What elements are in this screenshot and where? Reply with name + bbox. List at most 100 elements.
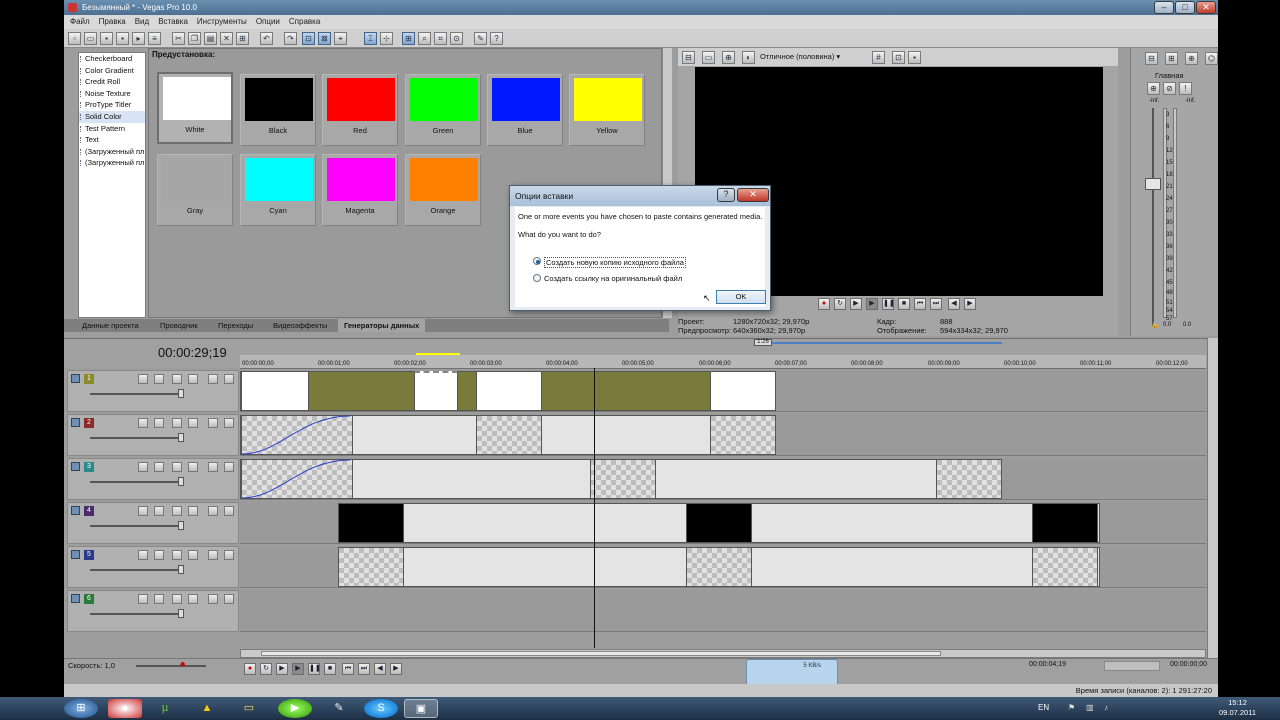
minimize-button[interactable]: – xyxy=(1154,1,1174,14)
menu-tools[interactable]: Инструменты xyxy=(197,17,247,26)
timeline-vertical-scrollbar[interactable] xyxy=(1207,338,1218,658)
auto-ripple-icon[interactable]: ⊡ xyxy=(302,32,315,45)
track-level-thumb[interactable] xyxy=(178,433,184,442)
system-clock[interactable]: 15:12 09.07.2011 xyxy=(1219,698,1256,718)
track-level-thumb[interactable] xyxy=(178,521,184,530)
track-lane-4[interactable] xyxy=(240,502,1206,544)
track-mute-icon[interactable] xyxy=(208,374,218,384)
track-header-6[interactable]: 6 xyxy=(67,590,239,632)
undo-icon[interactable]: ↶ xyxy=(260,32,273,45)
new-icon[interactable]: ▫ xyxy=(68,32,81,45)
media-player-icon[interactable]: ▶ xyxy=(278,699,312,718)
option-new-copy-label[interactable]: Создать новую копию исходного файла xyxy=(544,257,686,268)
track-header-5[interactable]: 5 xyxy=(67,546,239,588)
open-icon[interactable]: ▭ xyxy=(84,32,97,45)
go-to-start-icon[interactable]: ⏮ xyxy=(342,663,354,675)
cut-icon[interactable]: ✂ xyxy=(172,32,185,45)
event-transparent[interactable] xyxy=(686,547,752,587)
track-level-thumb[interactable] xyxy=(178,565,184,574)
go-to-end-icon[interactable]: ⏭ xyxy=(930,298,942,310)
generator-item[interactable]: ProType Titler xyxy=(79,99,145,111)
track-fx-chain-icon[interactable] xyxy=(188,550,198,560)
track-motion-icon[interactable] xyxy=(138,462,148,472)
generator-item[interactable]: (Загруженный пл xyxy=(79,157,145,169)
track-lane-3[interactable] xyxy=(240,458,1206,500)
menu-insert[interactable]: Вставка xyxy=(158,17,188,26)
track-compositing-icon[interactable] xyxy=(172,594,182,604)
track-fx-icon[interactable] xyxy=(154,506,164,516)
selection-end-time[interactable]: 00:00:00;00 xyxy=(1170,661,1207,668)
track-fx-chain-icon[interactable] xyxy=(188,462,198,472)
generator-item[interactable]: Noise Texture xyxy=(79,88,145,100)
properties-icon[interactable]: ≡ xyxy=(148,32,161,45)
cursor-position-time[interactable]: 00:00:04;19 xyxy=(1029,661,1066,668)
daemon-tools-icon[interactable]: ▲ xyxy=(190,699,224,718)
tray-volume-icon[interactable]: ♪ xyxy=(1104,703,1108,712)
track-solo-icon[interactable] xyxy=(224,550,234,560)
speed-slider[interactable] xyxy=(136,665,206,667)
preset-gray[interactable]: Gray xyxy=(157,154,233,226)
tab-media-generators[interactable]: Генераторы данных xyxy=(338,319,426,332)
event-black[interactable] xyxy=(686,503,752,543)
track-solo-icon[interactable] xyxy=(224,506,234,516)
track-mute-icon[interactable] xyxy=(208,418,218,428)
loop-icon[interactable]: ↻ xyxy=(260,663,272,675)
timeline-horizontal-scrollbar[interactable] xyxy=(240,649,1206,658)
record-icon[interactable]: ● xyxy=(818,298,830,310)
save-icon[interactable]: ▪ xyxy=(100,32,113,45)
tray-flag-icon[interactable]: ⚑ xyxy=(1068,703,1075,712)
master-fx-icon[interactable]: ⊕ xyxy=(1147,82,1160,95)
generator-item-selected[interactable]: Solid Color xyxy=(79,110,145,123)
play-from-start-icon[interactable]: ▶ xyxy=(850,298,862,310)
track-fx-icon[interactable] xyxy=(154,550,164,560)
option-new-copy-radio[interactable] xyxy=(533,257,541,265)
preset-green[interactable]: Green xyxy=(405,74,481,146)
go-to-end-icon[interactable]: ⏭ xyxy=(358,663,370,675)
envelope-tool-icon[interactable]: ⊹ xyxy=(380,32,393,45)
tab-video-fx[interactable]: Видеоэффекты xyxy=(267,319,333,332)
track-header-2[interactable]: 2 xyxy=(67,414,239,456)
track-lane-2[interactable] xyxy=(240,414,1206,456)
snapping-icon[interactable]: ⊙ xyxy=(450,32,463,45)
tab-transitions[interactable]: Переходы xyxy=(212,319,259,332)
track-motion-icon[interactable] xyxy=(138,594,148,604)
track-compositing-icon[interactable] xyxy=(172,418,182,428)
track-fx-icon[interactable] xyxy=(154,418,164,428)
preset-yellow[interactable]: Yellow xyxy=(569,74,645,146)
track-motion-icon[interactable] xyxy=(138,550,148,560)
track-solo-icon[interactable] xyxy=(224,374,234,384)
track-mute-icon[interactable] xyxy=(208,462,218,472)
master-mute-icon[interactable]: ⊘ xyxy=(1163,82,1176,95)
mixer-dim-icon[interactable]: ⌬ xyxy=(1205,52,1218,65)
track-solo-icon[interactable] xyxy=(224,462,234,472)
tab-project-media[interactable]: Данные проекта xyxy=(76,319,145,332)
mixer-insert-icon[interactable]: ⊞ xyxy=(1165,52,1178,65)
track-motion-icon[interactable] xyxy=(138,374,148,384)
split-screen-icon[interactable]: ◐ xyxy=(742,51,755,64)
track-solo-icon[interactable] xyxy=(224,594,234,604)
ok-button[interactable]: OK xyxy=(716,290,766,304)
menu-options[interactable]: Опции xyxy=(256,17,280,26)
track-motion-icon[interactable] xyxy=(138,418,148,428)
preset-white[interactable]: White xyxy=(157,72,233,144)
preview-quality-select[interactable]: Отличное (половина) ▾ xyxy=(760,52,840,61)
track-fx-icon[interactable] xyxy=(154,594,164,604)
close-button[interactable]: ✕ xyxy=(1196,1,1216,14)
track-fx-icon[interactable] xyxy=(154,374,164,384)
ignore-grouping-icon[interactable]: ⌖ xyxy=(334,32,347,45)
track-header-4[interactable]: 4 xyxy=(67,502,239,544)
next-frame-icon[interactable]: ▶ xyxy=(390,663,402,675)
event-transparent[interactable] xyxy=(338,547,404,587)
overlays-icon[interactable]: # xyxy=(872,51,885,64)
menu-file[interactable]: Файл xyxy=(70,17,90,26)
track-expand-icon[interactable] xyxy=(71,594,80,603)
track-fx-chain-icon[interactable] xyxy=(188,506,198,516)
preset-blue[interactable]: Blue xyxy=(487,74,563,146)
play-icon[interactable]: ▶ xyxy=(866,298,878,310)
track-compositing-icon[interactable] xyxy=(172,506,182,516)
prev-frame-icon[interactable]: ◀ xyxy=(374,663,386,675)
redo-icon[interactable]: ↷ xyxy=(284,32,297,45)
track-compositing-icon[interactable] xyxy=(172,550,182,560)
time-ruler[interactable]: 00:00:00;00 00:00:01;00 00:00:02;00 00:0… xyxy=(240,355,1206,369)
track-fx-chain-icon[interactable] xyxy=(188,418,198,428)
